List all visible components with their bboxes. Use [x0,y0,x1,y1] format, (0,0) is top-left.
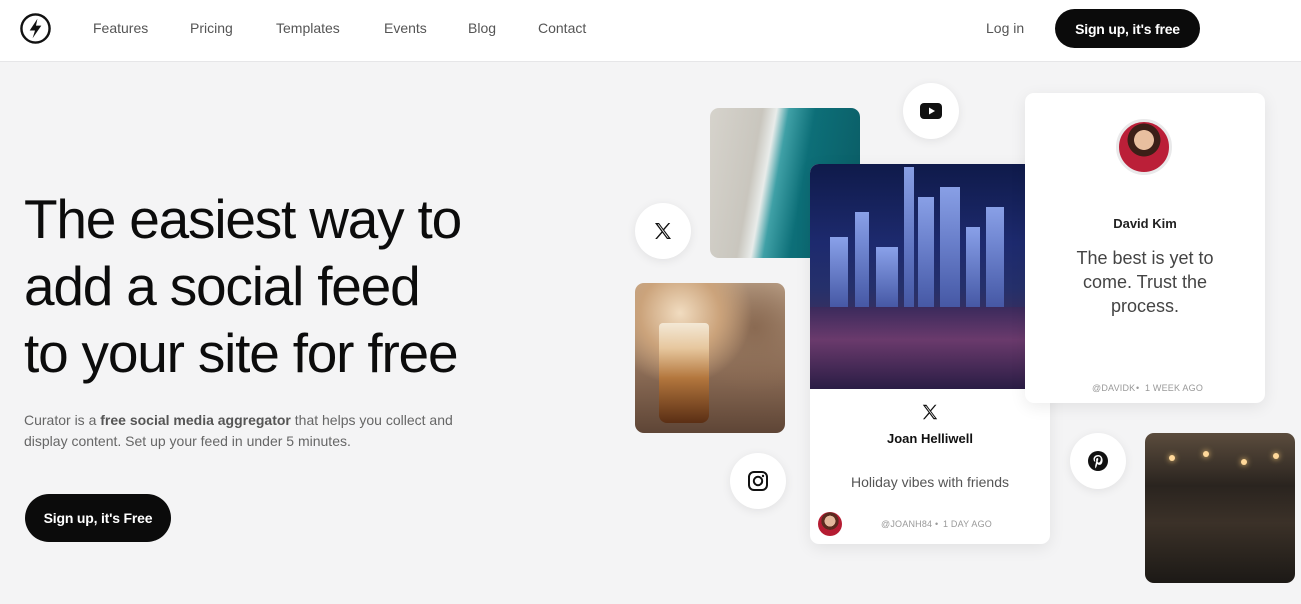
joan-post-card[interactable]: Joan Helliwell Holiday vibes with friend… [810,164,1050,544]
youtube-icon [903,83,959,139]
city-night-photo [810,164,1050,389]
post-time: 1 DAY AGO [943,519,992,529]
meta-separator: • [1136,383,1140,393]
pinterest-icon [1070,433,1126,489]
nav-blog-link[interactable]: Blog [468,20,496,36]
post-text: Holiday vibes with friends [851,474,1009,490]
headline-line-2: add a social feed [24,255,421,317]
nav-events-link[interactable]: Events [384,20,427,36]
nav-templates-link[interactable]: Templates [276,20,340,36]
curator-logo-icon[interactable] [19,12,52,45]
david-post-card[interactable]: David Kim The best is yet to come. Trust… [1025,93,1265,403]
x-twitter-icon [920,402,940,422]
coffee-glass [659,323,709,423]
description-bold: free social media aggregator [100,412,291,428]
nav-contact-link[interactable]: Contact [538,20,586,36]
hero-description: Curator is a free social media aggregato… [24,410,464,452]
nav-pricing-link[interactable]: Pricing [190,20,233,36]
top-navigation: Features Pricing Templates Events Blog C… [0,0,1301,62]
description-prefix: Curator is a [24,412,101,428]
post-time: 1 WEEK AGO [1145,383,1204,393]
meta-separator: • [935,519,939,529]
post-author-name: Joan Helliwell [887,431,973,446]
headline-line-1: The easiest way to [24,188,462,250]
avatar [1116,119,1172,175]
signup-button[interactable]: Sign up, it's free [1055,9,1200,48]
login-link[interactable]: Log in [986,20,1024,36]
post-text: The best is yet to come. Trust the proce… [1076,248,1214,316]
post-handle: @JOANH84 [881,519,933,529]
avatar [818,512,842,536]
post-author-name: David Kim [1113,216,1177,231]
instagram-icon [730,453,786,509]
restaurant-photo [1145,433,1295,583]
headline-line-3: to your site for free [24,322,459,384]
post-handle: @DAVIDK [1092,383,1136,393]
hero-signup-button[interactable]: Sign up, it's Free [25,494,171,542]
hero-headline: The easiest way to add a social feed to … [24,186,584,387]
nav-features-link[interactable]: Features [93,20,148,36]
iced-coffee-photo [635,283,785,433]
x-twitter-icon [635,203,691,259]
